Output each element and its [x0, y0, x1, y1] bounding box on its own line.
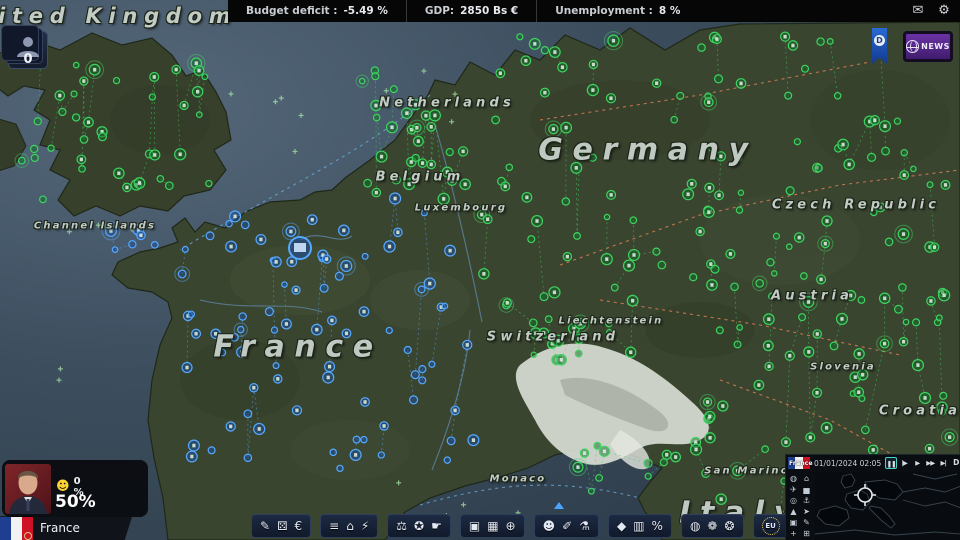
- country-name: France: [40, 521, 80, 535]
- police-badge-icon[interactable]: ✪: [414, 518, 424, 534]
- minimap-world[interactable]: [815, 472, 960, 540]
- play-step-button[interactable]: |▶: [898, 457, 910, 469]
- settings-gear-icon[interactable]: ⚙: [936, 3, 952, 19]
- stat-value: -5.49 %: [343, 5, 387, 17]
- moneybag-icon[interactable]: €: [295, 518, 303, 534]
- time-control-bar: France 01/01/2024 02:05 ❚❚|▶▶▶▶▶|DWM: [786, 455, 960, 471]
- game-datetime: 01/01/2024 02:05: [814, 459, 881, 468]
- terrain-icon[interactable]: ▲: [787, 506, 800, 517]
- pen-icon[interactable]: ✎: [260, 518, 270, 534]
- fast-forward-button[interactable]: ▶▶: [924, 457, 936, 469]
- pending-actions-stack[interactable]: 0: [8, 31, 48, 69]
- map-label-belgium: Belgium: [376, 170, 465, 185]
- tax-chart-icon[interactable]: %: [652, 518, 663, 534]
- map-label-slovenia: Slovenia: [810, 362, 876, 373]
- stat-unemployment: Unemployment : 8 %: [536, 0, 698, 22]
- grid-icon[interactable]: ⊞: [800, 528, 813, 539]
- leader-portrait[interactable]: [5, 464, 51, 514]
- map-label-liechtenstein: Liechtenstein: [559, 316, 664, 327]
- energy-icon[interactable]: ⚡: [361, 518, 369, 534]
- stat-gdp: GDP: 2850 Bs €: [406, 0, 536, 22]
- zoom-in-icon[interactable]: +: [787, 528, 800, 539]
- share-icon[interactable]: ✉: [910, 3, 926, 19]
- map-label-france: France: [213, 330, 382, 365]
- map-label-germany: Germany: [538, 133, 757, 168]
- factory-icon[interactable]: ⌂: [346, 518, 354, 534]
- draw-icon[interactable]: ✎: [800, 517, 813, 528]
- statistics-icon[interactable]: ▅: [800, 484, 813, 495]
- briefcase-icon[interactable]: ▣: [469, 518, 480, 534]
- coins-icon[interactable]: ≡: [329, 518, 339, 534]
- map-label-netherlands: Netherlands: [379, 96, 515, 111]
- toolbar-group-justice: ⚖ ✪ ☛: [387, 514, 451, 538]
- stat-label: GDP:: [425, 5, 454, 17]
- playback-controls: ❚❚|▶▶▶▶▶|DWM: [885, 457, 960, 469]
- top-stats-bar: Budget deficit : -5.49 % GDP: 2850 Bs € …: [228, 0, 960, 22]
- toolbar-group-employment: ▣ ▦ ⊕: [460, 514, 525, 538]
- press-emblem: D: [874, 35, 885, 46]
- stat-label: Unemployment :: [555, 5, 653, 17]
- flag-emblem-icon: [24, 532, 32, 540]
- world-icon[interactable]: ◍: [690, 518, 700, 534]
- game-screen: United KingdomChannel IslandsNetherlands…: [0, 0, 960, 540]
- satellite-view-icon[interactable]: ◍: [787, 473, 800, 484]
- map-label-switzerland: Switzerland: [487, 330, 619, 345]
- toolbar-group-european-union: EU: [753, 514, 789, 538]
- health-plus-icon[interactable]: ⊕: [506, 518, 516, 534]
- crime-icon[interactable]: ☛: [431, 518, 442, 534]
- news-label: NEWS: [921, 42, 950, 51]
- ministry-toolbar: ✎⚄€≡⌂⚡⚖✪☛▣▦⊕☻✐⚗◆▥%◍❁❂EU♟♚☑: [251, 514, 862, 538]
- frame-icon[interactable]: ▣: [787, 517, 800, 528]
- pause-button[interactable]: ❚❚: [885, 457, 897, 469]
- news-tv-button[interactable]: NEWS: [903, 31, 953, 62]
- stat-value: 2850 Bs €: [460, 5, 518, 17]
- trade-bag-icon[interactable]: ◆: [617, 518, 626, 534]
- globe-icon: [906, 40, 919, 53]
- skip-button[interactable]: ▶|: [937, 457, 949, 469]
- navy-icon[interactable]: ⚓: [800, 495, 813, 506]
- aviation-icon[interactable]: ✈: [787, 484, 800, 495]
- toolbar-group-finance: ◆ ▥%: [608, 514, 672, 538]
- minimap-panel: France 01/01/2024 02:05 ❚❚|▶▶▶▶▶|DWM ◍⌂✈…: [785, 454, 960, 540]
- diplomacy-globe-icon[interactable]: ❂: [724, 518, 734, 534]
- eu-icon[interactable]: EU: [762, 517, 780, 535]
- scales-icon[interactable]: ⚖: [396, 518, 407, 534]
- city-view-icon[interactable]: ⌂: [800, 473, 813, 484]
- bank-icon[interactable]: ▥: [633, 518, 644, 534]
- minimap-country-label: France: [789, 460, 813, 467]
- toolbar-group-international: ◍ ❁ ❂: [681, 514, 744, 538]
- un-icon[interactable]: ❁: [707, 518, 717, 534]
- toolbar-group-economy: ≡ ⌂ ⚡: [320, 514, 378, 538]
- minimap-toggles: ◍⌂✈▅◎⚓▲➤▣✎+⊞: [787, 473, 814, 539]
- stat-label: Budget deficit :: [246, 5, 337, 17]
- toolbar-group-culture: ☻ ✐ ⚗: [534, 514, 599, 538]
- education-icon[interactable]: ✐: [562, 518, 572, 534]
- pending-actions-count: 0: [9, 52, 47, 67]
- theater-masks-icon[interactable]: ☻: [543, 518, 556, 534]
- target-icon[interactable]: ◎: [787, 495, 800, 506]
- map-label-czech-republic: Czech Republic: [772, 198, 940, 213]
- day-button[interactable]: D: [950, 457, 960, 469]
- map-label-luxembourg: Luxembourg: [415, 203, 507, 214]
- toolbar-expand-arrow[interactable]: [554, 502, 564, 509]
- approval-rating: 50%: [55, 492, 96, 512]
- play-button[interactable]: ▶: [911, 457, 923, 469]
- map-label-austria: Austria: [771, 289, 853, 304]
- map-label-san-marino: San Marino: [704, 466, 790, 477]
- toolbar-group-budget: ✎ ⚄ €: [251, 514, 311, 538]
- dice-icon[interactable]: ⚄: [277, 518, 287, 534]
- research-icon[interactable]: ⚗: [579, 518, 590, 534]
- map-label-monaco: Monaco: [490, 474, 547, 485]
- routes-icon[interactable]: ➤: [800, 506, 813, 517]
- map-label-channel-islands: Channel Islands: [34, 221, 156, 232]
- minimap-france-flag[interactable]: France: [788, 457, 810, 469]
- stat-budget-deficit: Budget deficit : -5.49 %: [228, 0, 406, 22]
- stat-value: 8 %: [659, 5, 680, 17]
- construction-icon[interactable]: ▦: [487, 518, 498, 534]
- map-label-croatia: Croatia: [879, 404, 960, 419]
